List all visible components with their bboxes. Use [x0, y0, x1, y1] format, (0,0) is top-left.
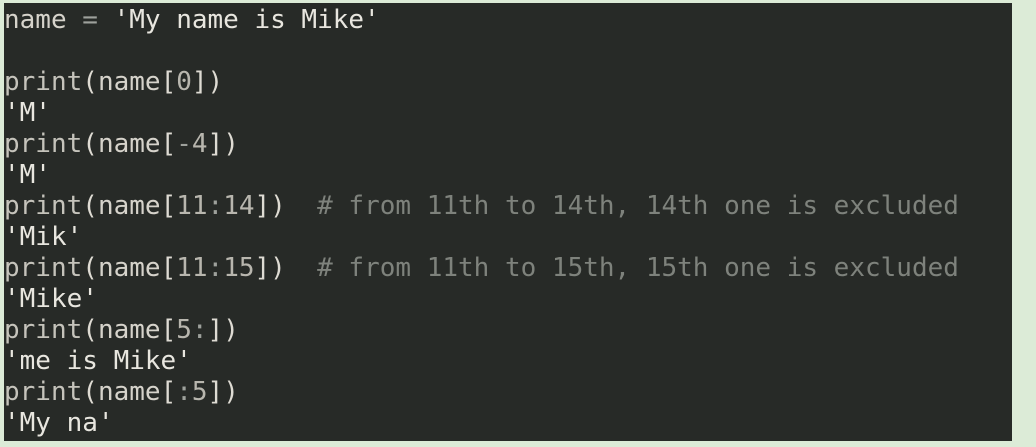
code-line-print-slice-5-end: print(name[5:])	[4, 315, 239, 345]
code-line-print-slice-11-14: print(name[11:14]) # from 11th to 14th, …	[4, 191, 959, 221]
output-line: 'Mike'	[4, 284, 98, 314]
output-line: 'M'	[4, 160, 51, 190]
output-line: 'Mik'	[4, 222, 83, 252]
code-line-print-slice-start-5: print(name[:5])	[4, 377, 239, 407]
code-line-assignment: name = 'My name is Mike'	[4, 5, 380, 35]
output-line: 'M'	[4, 98, 51, 128]
code-line-print-index-0: print(name[0])	[4, 67, 224, 97]
code-editor[interactable]: name = 'My name is Mike' print(name[0]) …	[4, 3, 1012, 441]
code-line-print-index-neg4: print(name[-4])	[4, 129, 239, 159]
code-line-print-slice-11-15: print(name[11:15]) # from 11th to 15th, …	[4, 253, 959, 283]
output-line: 'My na'	[4, 408, 114, 438]
output-line: 'me is Mike'	[4, 346, 192, 376]
